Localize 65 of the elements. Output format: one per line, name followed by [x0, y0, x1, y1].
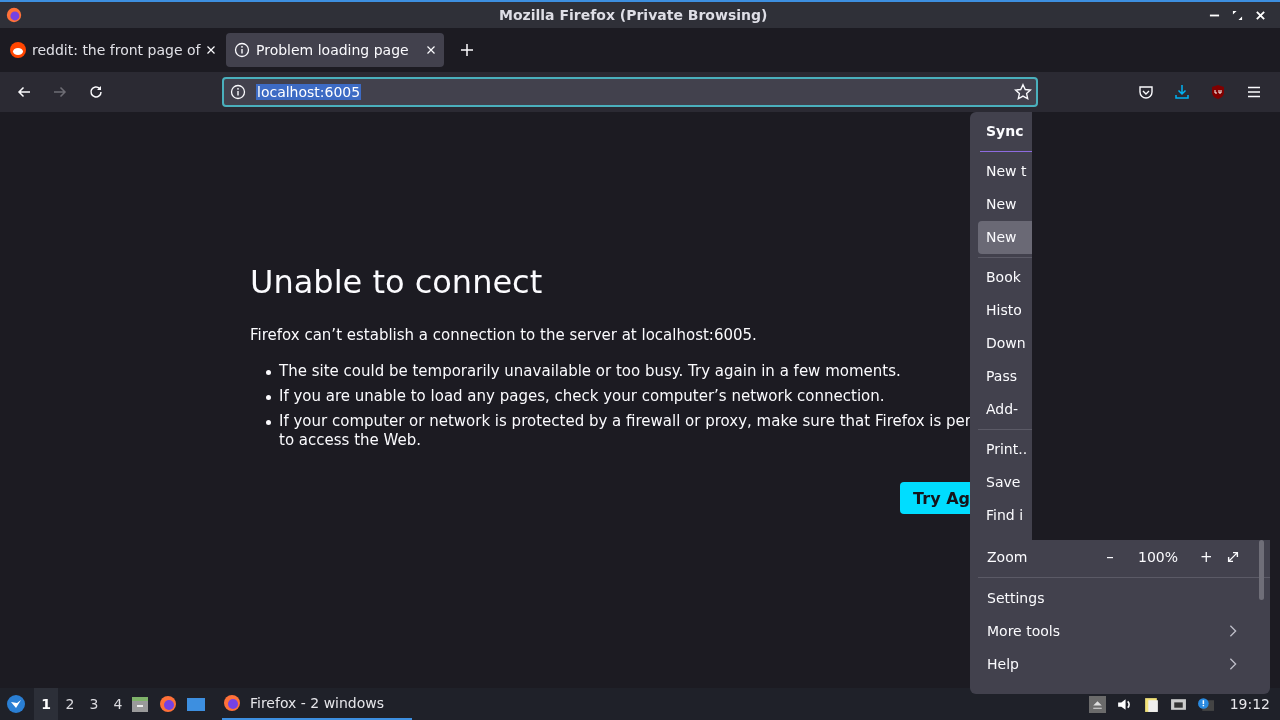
shield-icon[interactable]: [1210, 84, 1226, 100]
menu-icon[interactable]: [1246, 84, 1262, 100]
pocket-icon[interactable]: [1138, 84, 1154, 100]
eject-icon[interactable]: [1088, 695, 1106, 713]
menu-item[interactable]: Settings: [970, 581, 1270, 614]
fullscreen-icon[interactable]: [1226, 550, 1240, 564]
window-title: Mozilla Firefox (Private Browsing): [499, 7, 768, 23]
menu-item[interactable]: Book: [970, 261, 1032, 294]
reddit-icon: [10, 42, 26, 58]
bullet-icon: [266, 370, 271, 375]
close-icon[interactable]: [426, 45, 436, 55]
menu-item[interactable]: New t: [970, 155, 1032, 188]
menu-item[interactable]: More tools: [970, 614, 1270, 647]
error-heading: Unable to connect: [250, 262, 543, 302]
workspace-button[interactable]: 1: [34, 688, 58, 720]
app-launcher-icon[interactable]: [6, 694, 26, 714]
error-message: Firefox can’t establish a connection to the server at localhost:6005.: [250, 326, 757, 344]
menu-item[interactable]: Save: [970, 466, 1032, 499]
close-icon[interactable]: [1255, 9, 1266, 21]
bullet-text: to access the Web.: [279, 431, 422, 450]
menu-item[interactable]: Print..: [970, 433, 1032, 466]
maximize-icon[interactable]: [1232, 9, 1243, 21]
menu-item[interactable]: New: [978, 221, 1032, 254]
menu-item[interactable]: Histo: [970, 294, 1032, 327]
zoom-reset-button[interactable]: 100%: [1131, 548, 1184, 566]
bullet-icon: [266, 420, 271, 425]
file-cabinet-icon[interactable]: [130, 694, 150, 714]
menu-header[interactable]: Sync: [970, 114, 1032, 148]
chevron-right-icon: [1228, 623, 1238, 638]
bullet-text: The site could be temporarily unavailable or too busy. Try again in a few moments.: [279, 362, 901, 381]
zoom-in-button[interactable]: +: [1194, 547, 1218, 567]
new-tab-icon[interactable]: [460, 43, 474, 57]
menu-item[interactable]: Help: [970, 647, 1270, 680]
try-again-button[interactable]: Try Ag: [900, 482, 970, 514]
back-icon[interactable]: [16, 84, 32, 100]
firefox-icon: [222, 693, 242, 713]
firefox-icon: [5, 6, 23, 24]
forward-icon[interactable]: [52, 84, 68, 100]
download-icon[interactable]: [1174, 84, 1190, 100]
bullet-icon: [266, 395, 271, 400]
bookmark-star-icon[interactable]: [1014, 83, 1032, 101]
zoom-out-button[interactable]: –: [1097, 547, 1122, 567]
browser-tab[interactable]: Problem loading page: [226, 33, 444, 67]
clock: 19:12: [1229, 696, 1270, 712]
workspace-button[interactable]: 4: [106, 688, 130, 720]
chevron-right-icon: [1228, 656, 1238, 671]
info-icon: [230, 84, 246, 100]
taskbar-task[interactable]: Firefox - 2 windows: [222, 688, 412, 720]
bullet-text: If you are unable to load any pages, check your computer’s network connection.: [279, 387, 885, 406]
firefox-icon[interactable]: [158, 694, 178, 714]
bullet-text: If your computer or network is protected by a firewall or proxy, make sure that Firefox is per: [279, 412, 971, 431]
notification-icon[interactable]: [1196, 695, 1214, 713]
clipboard-icon[interactable]: [1142, 695, 1160, 713]
reload-icon[interactable]: [88, 84, 104, 100]
workspace-button[interactable]: 3: [82, 688, 106, 720]
browser-tab[interactable]: reddit: the front page of: [2, 33, 220, 67]
info-icon: [234, 42, 250, 58]
menu-item[interactable]: New: [970, 188, 1032, 221]
menu-item[interactable]: Find i: [970, 499, 1032, 532]
menu-item[interactable]: Down: [970, 327, 1032, 360]
menu-item[interactable]: Add-: [970, 393, 1032, 426]
workspace-button[interactable]: 2: [58, 688, 82, 720]
menu-item[interactable]: Pass: [970, 360, 1032, 393]
address-bar[interactable]: localhost:6005: [222, 77, 1038, 107]
close-icon[interactable]: [206, 45, 217, 55]
